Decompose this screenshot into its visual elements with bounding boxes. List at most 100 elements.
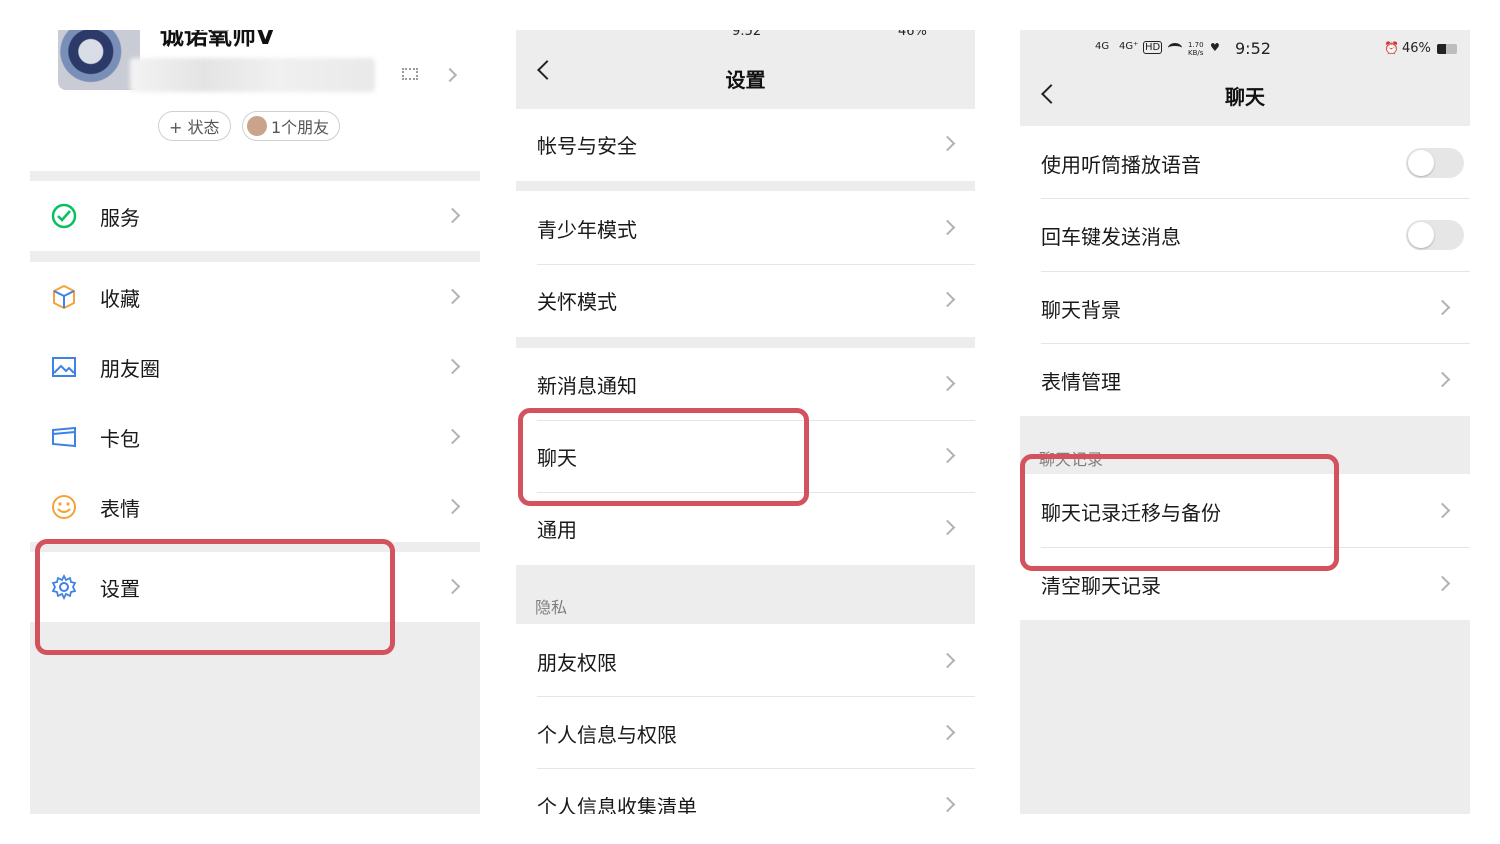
chevron-right-icon [1434,371,1451,388]
chevron-right-icon [939,135,956,152]
alarm-icon: ⏰ [1384,41,1399,55]
section-gap [30,251,480,262]
chevron-right-icon [444,498,461,515]
status-network-4g: 4G [1095,41,1110,52]
status-speed: 1.70 KB/s [1188,41,1204,57]
chevron-right-icon [939,796,956,813]
back-arrow-icon[interactable] [537,59,557,80]
menu-item-services[interactable]: 服务 [30,181,480,251]
settings-item-friend-permissions[interactable]: 朋友权限 [516,626,975,696]
wifi-icon [1168,43,1182,53]
settings-item-account-security[interactable]: 帐号与安全 [516,109,975,179]
item-label: 表情管理 [1041,369,1121,394]
divider [537,696,975,697]
toggle-knob [1408,222,1434,248]
profile-name: 诚诺氧师V [160,30,275,50]
divider [537,768,975,769]
chevron-right-icon [444,288,461,305]
friends-button[interactable]: 1个朋友 [242,111,341,141]
profile-id-blurred [130,58,375,92]
chat-item-enter-send[interactable]: 回车键发送消息 [1020,199,1470,271]
chat-item-sticker-manage[interactable]: 表情管理 [1020,344,1470,416]
item-label: 关怀模式 [537,289,617,314]
chevron-right-icon [939,652,956,669]
card-wallet-icon [52,426,76,448]
chat-header: 4G 4G⁺ HD 1.70 KB/s ♥ 9:52 ⏰ 46% 聊天 [1020,30,1470,126]
qr-code-icon[interactable] [402,68,418,80]
item-label: 朋友权限 [537,650,617,675]
profile-header[interactable]: 诚诺氧师V + 状态 1个朋友 [30,30,480,170]
chat-item-earpiece[interactable]: 使用听筒播放语音 [1020,127,1470,199]
section-title-privacy: 隐私 [535,598,568,617]
chat-item-background[interactable]: 聊天背景 [1020,272,1470,344]
settings-item-youth-mode[interactable]: 青少年模式 [516,193,975,263]
menu-label-moments: 朋友圈 [100,356,160,381]
item-label: 回车键发送消息 [1041,224,1181,249]
status-button[interactable]: + 状态 [158,111,231,141]
avatar[interactable] [58,30,140,90]
item-label: 使用听筒播放语音 [1041,152,1201,177]
bottom-fill [1020,620,1470,814]
highlight-box-migrate-backup [1020,454,1339,571]
status-bar: 4G 4G⁺ HD 1.70 KB/s ♥ 9:52 ⏰ 46% [1020,39,1470,58]
services-icon [51,203,77,229]
section-gap [516,337,975,348]
earpiece-toggle[interactable] [1406,148,1464,178]
chevron-right-icon [442,67,458,83]
friend-avatar [247,116,267,136]
chevron-right-icon [444,358,461,375]
menu-item-moments[interactable]: 朋友圈 [30,332,480,402]
back-arrow-icon[interactable] [1041,84,1061,104]
section-header-privacy: 隐私 [516,565,975,624]
enter-send-toggle[interactable] [1406,220,1464,250]
heart-icon: ♥ [1210,41,1220,54]
menu-item-favorites[interactable]: 收藏 [30,262,480,332]
page-title: 聊天 [1225,84,1265,109]
highlight-box-chat [518,408,809,506]
menu-item-cards[interactable]: 卡包 [30,402,480,472]
status-time: 9:52 [732,30,762,39]
page-title: 设置 [725,68,766,92]
settings-item-personal-info-list[interactable]: 个人信息收集清单 [516,770,975,814]
menu-label-favorites: 收藏 [100,286,140,311]
highlight-box-settings [35,539,395,655]
menu-label-stickers: 表情 [100,496,140,521]
chevron-right-icon [444,428,461,445]
chat-settings-page-panel: 4G 4G⁺ HD 1.70 KB/s ♥ 9:52 ⏰ 46% 聊天 使用听筒… [1020,30,1470,814]
item-label: 清空聊天记录 [1041,573,1161,598]
moments-image-icon [52,357,76,377]
item-label: 聊天背景 [1041,297,1121,322]
favorites-cube-icon [53,284,75,310]
settings-item-care-mode[interactable]: 关怀模式 [516,265,975,335]
menu-item-stickers[interactable]: 表情 [30,472,480,542]
chevron-right-icon [939,724,956,741]
settings-header: 9:52 46% 设置 [516,30,975,109]
settings-item-personal-info-permissions[interactable]: 个人信息与权限 [516,698,975,768]
chevron-right-icon [939,447,956,464]
chevron-right-icon [939,219,956,236]
status-network-4g-plus: 4G⁺ [1119,41,1139,52]
status-button-label: + 状态 [169,118,220,137]
item-label: 帐号与安全 [537,133,637,158]
smiley-icon [52,495,76,519]
chevron-right-icon [939,291,956,308]
status-time: 9:52 [1235,39,1271,58]
menu-label-cards: 卡包 [100,426,140,451]
section-gap [516,181,975,191]
item-label: 通用 [537,517,577,542]
me-page-panel: 诚诺氧师V + 状态 1个朋友 服务 收藏 朋友圈 卡包 表情 设置 [30,30,480,814]
item-label: 个人信息收集清单 [537,794,697,815]
chevron-right-icon [444,578,461,595]
status-hd: HD [1143,41,1163,54]
chevron-right-icon [1434,299,1451,316]
chevron-right-icon [1434,575,1451,592]
section-gap [30,171,480,181]
chevron-right-icon [939,375,956,392]
chevron-right-icon [939,519,956,536]
chevron-right-icon [444,207,461,224]
status-bar: 9:52 46% [516,30,975,39]
menu-label-services: 服务 [100,205,140,230]
item-label: 个人信息与权限 [537,722,677,747]
friends-button-label: 1个朋友 [271,118,330,137]
status-battery: 46% [1402,41,1431,56]
